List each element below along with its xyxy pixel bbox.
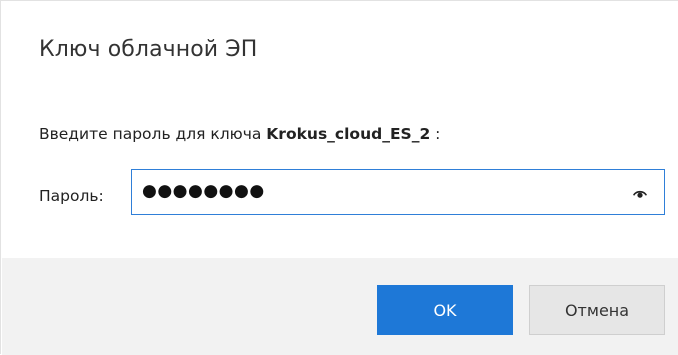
cloud-key-dialog: Ключ облачной ЭП Введите пароль для ключ… xyxy=(0,0,678,355)
dialog-title: Ключ облачной ЭП xyxy=(39,37,258,62)
cancel-button[interactable]: Отмена xyxy=(529,285,665,335)
password-prompt: Введите пароль для ключа Krokus_cloud_ES… xyxy=(39,125,440,143)
key-name: Krokus_cloud_ES_2 xyxy=(266,125,431,143)
ok-button[interactable]: OK xyxy=(377,285,513,335)
prompt-prefix: Введите пароль для ключа xyxy=(39,125,267,143)
prompt-suffix: : xyxy=(430,125,441,143)
eye-icon[interactable] xyxy=(632,185,648,199)
password-label: Пароль: xyxy=(39,187,104,205)
password-field[interactable]: ●●●●●●●● xyxy=(131,169,665,215)
dialog-footer: OK Отмена xyxy=(2,258,678,355)
password-masked-value[interactable]: ●●●●●●●● xyxy=(142,181,265,201)
